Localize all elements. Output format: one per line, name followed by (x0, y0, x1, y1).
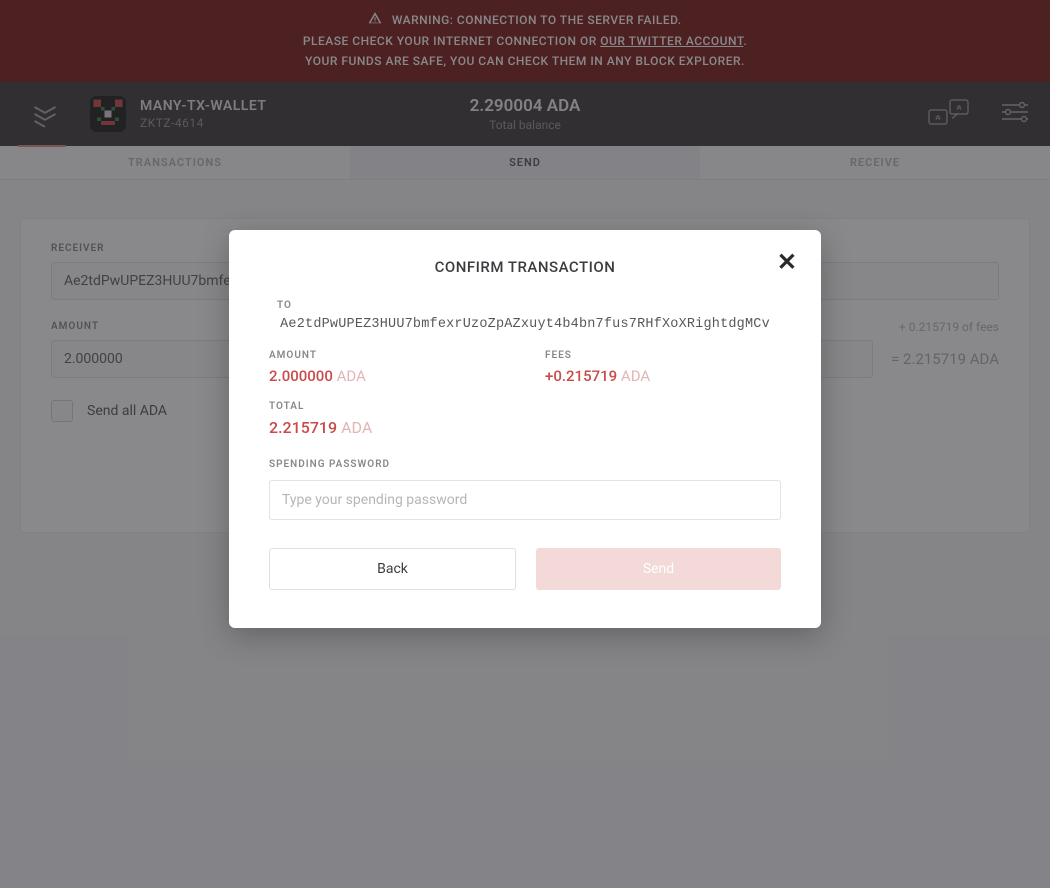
modal-fees-value: +0.215719 ADA (545, 367, 781, 385)
modal-fees-label: FEES (545, 350, 781, 361)
spending-password-label: SPENDING PASSWORD (269, 459, 781, 470)
close-icon[interactable]: ✕ (777, 250, 797, 274)
modal-amount-value: 2.000000 ADA (269, 367, 505, 385)
modal-total-value: 2.215719 ADA (269, 418, 781, 437)
to-label: TO (277, 300, 781, 311)
spending-password-input[interactable] (269, 480, 781, 520)
to-address: Ae2tdPwUPEZ3HUU7bmfexrUzoZpAZxuyt4b4bn7f… (269, 317, 781, 332)
back-button[interactable]: Back (269, 548, 516, 590)
modal-total-label: TOTAL (269, 401, 781, 412)
confirm-transaction-modal: ✕ CONFIRM TRANSACTION TO Ae2tdPwUPEZ3HUU… (229, 230, 821, 628)
modal-overlay: ✕ CONFIRM TRANSACTION TO Ae2tdPwUPEZ3HUU… (0, 0, 1050, 888)
modal-amount-label: AMOUNT (269, 350, 505, 361)
send-button[interactable]: Send (536, 548, 781, 590)
modal-title: CONFIRM TRANSACTION (269, 258, 781, 276)
